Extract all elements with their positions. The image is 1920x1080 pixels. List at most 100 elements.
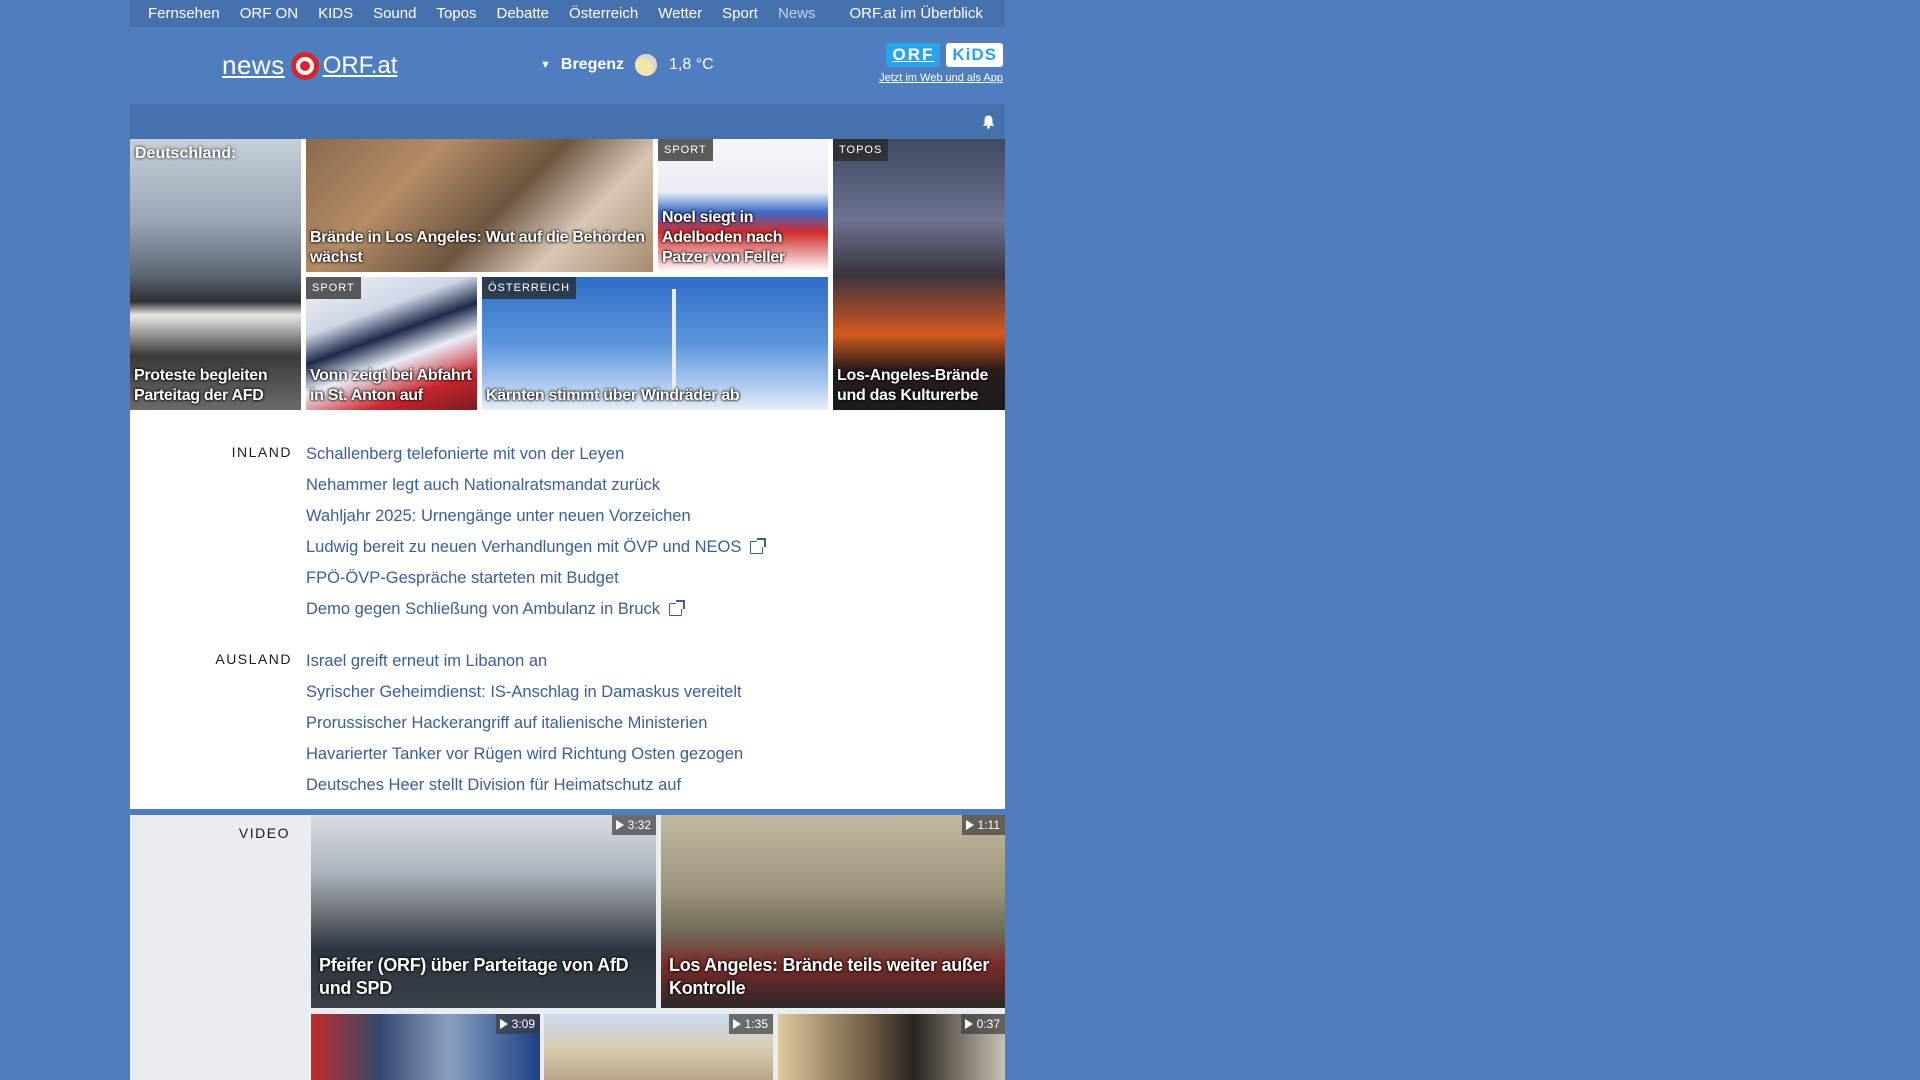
kids-logos: ORF KiDS [865,43,1003,67]
play-icon [499,1019,508,1029]
video-section: VIDEO 3:32 Pfeifer (ORF) über Parteitage… [130,815,1005,1080]
teaser-afd-protests[interactable]: Deutschland: Proteste begleiten Parteita… [130,139,301,410]
story-link[interactable]: Prorussischer Hackerangriff auf italieni… [306,714,707,733]
story-link[interactable]: Nehammer legt auch Nationalratsmandat zu… [306,476,660,495]
list-item: Nehammer legt auch Nationalratsmandat zu… [306,470,763,501]
list-item: FPÖ-ÖVP-Gespräche starteten mit Budget [306,563,763,594]
teaser-title: Brände in Los Angeles: Wut auf die Behör… [310,229,645,266]
list-item: Demo gegen Schließung von Ambulanz in Br… [306,594,763,625]
story-link[interactable]: Wahljahr 2025: Urnengänge unter neuen Vo… [306,507,691,526]
dropdown-triangle-icon: ▼ [540,59,551,71]
video-duration-badge: 0:37 [960,1014,1005,1034]
video-duration: 0:37 [976,1017,1000,1031]
video-tile[interactable]: 3:32 Pfeifer (ORF) über Parteitage von A… [311,815,656,1008]
teaser-category-badge: SPORT [306,277,361,299]
section-label-inland: INLAND [231,444,292,460]
nav-item-orf-on[interactable]: ORF ON [240,5,298,22]
weather-temperature: 1,8 °C [669,56,714,73]
top-navigation: Fernsehen ORF ON KIDS Sound Topos Debatt… [130,0,1005,27]
top-stories-grid: Deutschland: Proteste begleiten Parteita… [130,139,1005,410]
section-inland: INLAND Schallenberg telefonierte mit von… [130,439,1005,625]
teaser-vonn-st-anton[interactable]: SPORT Vonn zeigt bei Abfahrt in St. Anto… [306,277,477,410]
nav-item-topos[interactable]: Topos [436,5,476,22]
list-item: Deutsches Heer stellt Division für Heima… [306,770,743,801]
video-duration-badge: 1:35 [728,1014,773,1034]
nav-item-overview[interactable]: ORF.at im Überblick [850,5,983,22]
play-icon [732,1019,741,1029]
external-link-icon [750,538,767,554]
list-item: Israel greift erneut im Libanon an [306,646,743,677]
nav-item-wetter[interactable]: Wetter [658,5,702,22]
video-tile[interactable]: 3:09 [311,1014,540,1080]
teaser-top-text: Deutschland: [135,145,237,162]
list-item: Schallenberg telefonierte mit von der Le… [306,439,763,470]
logo-news-text: news [222,50,285,80]
section-ausland: AUSLAND Israel greift erneut im Libanon … [130,646,1005,801]
nav-item-sound[interactable]: Sound [373,5,416,22]
story-link[interactable]: Israel greift erneut im Libanon an [306,652,547,671]
nav-item-oesterreich[interactable]: Österreich [569,5,638,22]
play-icon [965,820,974,830]
teaser-title: Proteste begleiten Parteitag der AFD [134,367,268,404]
video-tile[interactable]: 0:37 [778,1014,1005,1080]
nav-item-news-current[interactable]: News [778,5,816,22]
bell-icon[interactable] [982,115,995,129]
external-link-icon [669,600,686,616]
teaser-noel-adelboden[interactable]: SPORT Noel siegt in Adelboden nach Patze… [658,139,828,272]
teaser-title: Noel siegt in Adelboden nach Patzer von … [662,209,785,266]
video-duration: 3:32 [627,818,651,832]
teaser-la-culture[interactable]: TOPOS Los-Angeles-Brände und das Kulture… [833,139,1005,410]
video-duration: 1:35 [744,1017,768,1031]
orf-ring-icon [290,51,319,80]
story-link[interactable]: FPÖ-ÖVP-Gespräche starteten mit Budget [306,569,619,588]
orf-kids-logo-orf: ORF [886,43,941,67]
moon-cloud-icon [635,54,658,76]
video-duration: 1:11 [977,818,1000,832]
list-item: Ludwig bereit zu neuen Verhandlungen mit… [306,532,767,563]
story-link[interactable]: Deutsches Heer stellt Division für Heima… [306,776,681,795]
teaser-title: Los-Angeles-Brände und das Kulturerbe [837,367,989,404]
video-duration-badge: 1:11 [961,815,1005,835]
play-icon [615,820,624,830]
list-item: Wahljahr 2025: Urnengänge unter neuen Vo… [306,501,763,532]
list-item: Prorussischer Hackerangriff auf italieni… [306,708,743,739]
page: Fernsehen ORF ON KIDS Sound Topos Debatt… [130,0,1005,1080]
section-label-video: VIDEO [238,825,290,841]
weather-location: Bregenz [560,56,625,73]
nav-item-kids[interactable]: KIDS [318,5,353,22]
video-tile[interactable]: 1:11 Los Angeles: Brände teils weiter au… [661,815,1005,1008]
teaser-title: Vonn zeigt bei Abfahrt in St. Anton auf [310,367,472,404]
site-header: news ORF.at ▼ Bregenz 1,8 °C ORF KiDS Je… [130,27,1005,104]
teaser-title: Kärnten stimmt über Windräder ab [486,387,740,404]
teaser-category-badge: TOPOS [833,139,889,161]
nav-item-sport[interactable]: Sport [722,5,758,22]
teaser-la-fires[interactable]: Brände in Los Angeles: Wut auf die Behör… [306,139,653,272]
nav-item-debatte[interactable]: Debatte [496,5,549,22]
nav-item-fernsehen[interactable]: Fernsehen [148,5,220,22]
kids-tagline: Jetzt im Web und als App [879,72,1003,84]
video-tile[interactable]: 1:35 [544,1014,773,1080]
list-item: Havarierter Tanker vor Rügen wird Richtu… [306,739,743,770]
story-link[interactable]: Syrischer Geheimdienst: IS-Anschlag in D… [306,683,742,702]
news-lists: INLAND Schallenberg telefonierte mit von… [130,410,1005,809]
story-link[interactable]: Demo gegen Schließung von Ambulanz in Br… [306,600,660,619]
section-label-ausland: AUSLAND [215,651,292,667]
video-title: Los Angeles: Brände teils weiter außer K… [669,955,990,998]
teaser-category-badge: ÖSTERREICH [482,277,577,299]
teaser-kaernten-windraeder[interactable]: ÖSTERREICH Kärnten stimmt über Windräder… [482,277,828,410]
orf-kids-logo-kids: KiDS [946,43,1003,67]
news-orf-logo[interactable]: news ORF.at [222,50,397,81]
ausland-list: Israel greift erneut im Libanon an Syris… [306,646,743,801]
story-link[interactable]: Havarierter Tanker vor Rügen wird Richtu… [306,745,743,764]
play-icon [964,1019,973,1029]
video-duration: 3:09 [511,1017,535,1031]
orf-kids-promo[interactable]: ORF KiDS Jetzt im Web und als App [865,43,1003,84]
video-duration-badge: 3:32 [611,815,656,835]
story-link[interactable]: Ludwig bereit zu neuen Verhandlungen mit… [306,538,741,557]
video-title: Pfeifer (ORF) über Parteitage von AfD un… [319,955,629,998]
weather-widget[interactable]: ▼ Bregenz 1,8 °C [540,54,714,76]
teaser-category-badge: SPORT [658,139,713,161]
story-link[interactable]: Schallenberg telefonierte mit von der Le… [306,445,624,464]
inland-list: Schallenberg telefonierte mit von der Le… [306,439,767,625]
notification-bar [130,104,1005,139]
